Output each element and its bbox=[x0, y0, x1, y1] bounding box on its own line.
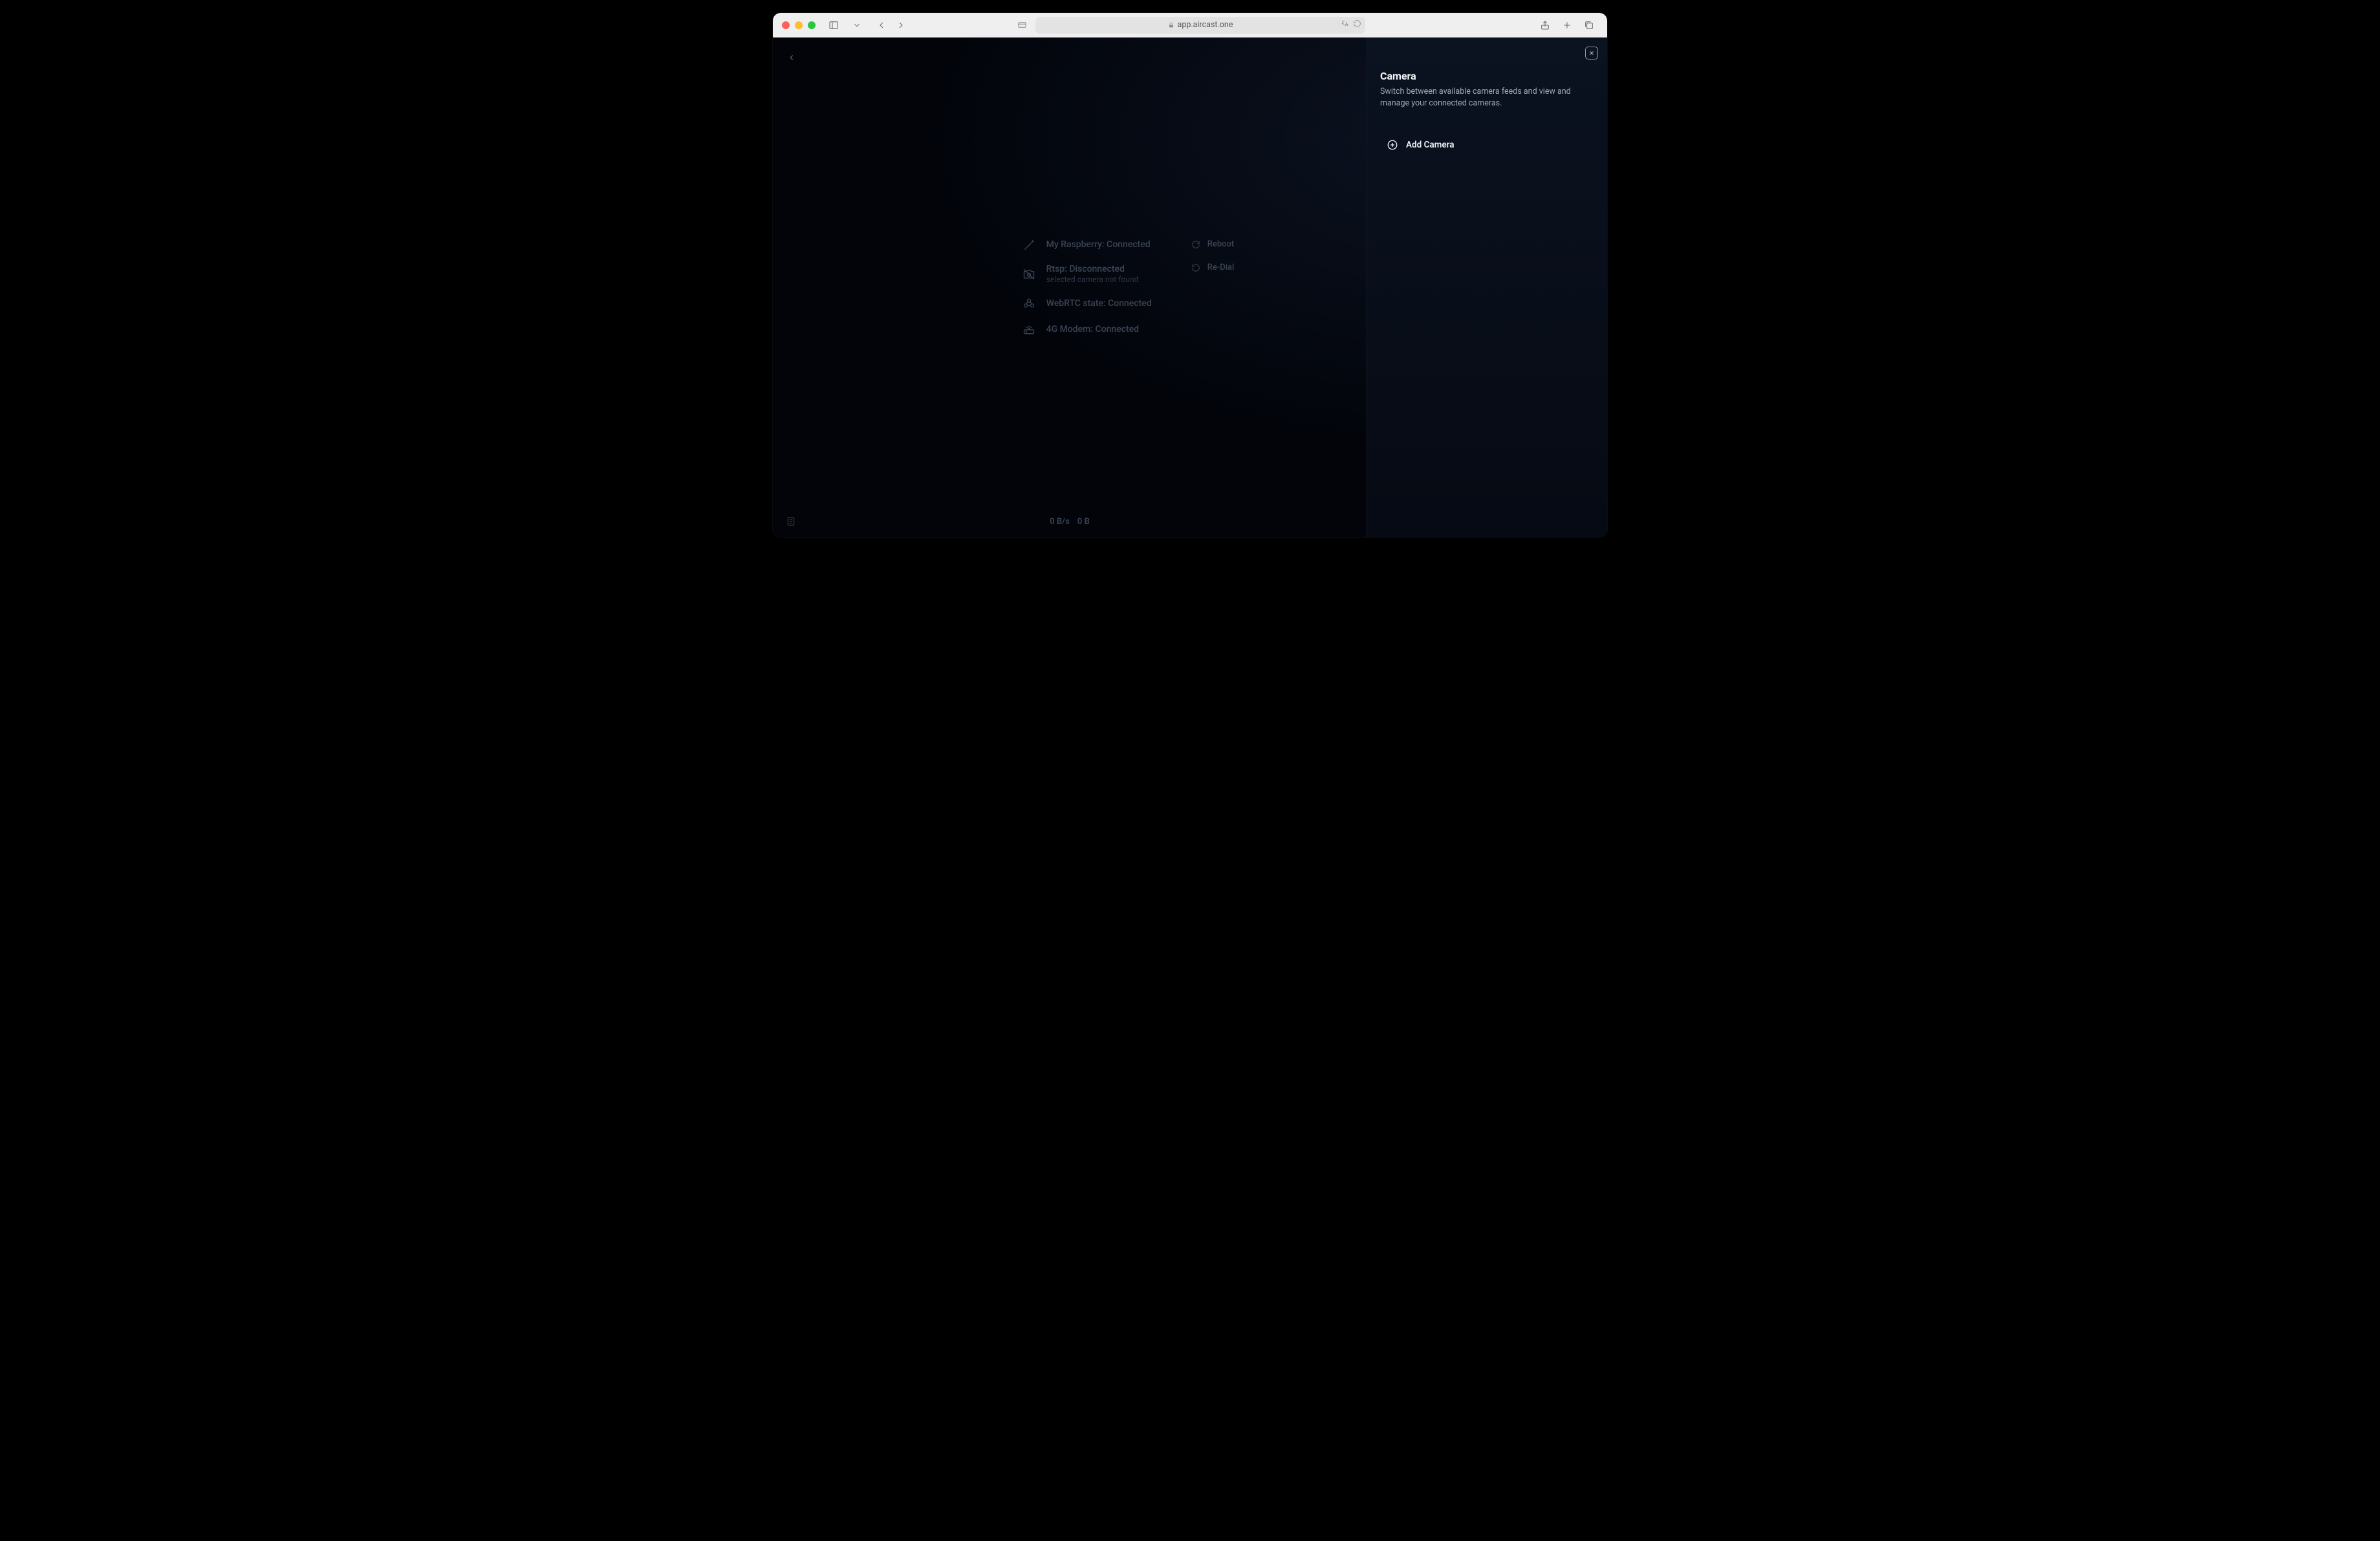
add-camera-label: Add Camera bbox=[1406, 140, 1455, 150]
sidebar-description: Switch between available camera feeds an… bbox=[1380, 86, 1594, 109]
status-modem-label: 4G Modem: Connected bbox=[1046, 324, 1139, 336]
close-sidebar-button[interactable] bbox=[1585, 47, 1598, 60]
minimize-window-button[interactable] bbox=[795, 21, 803, 29]
main-pane: My Raspberry: Connected Rtsp: Disconnect… bbox=[773, 38, 1367, 537]
status-modem: 4G Modem: Connected bbox=[1022, 322, 1152, 336]
sidebar-toggle-icon[interactable] bbox=[825, 17, 843, 33]
new-tab-icon[interactable] bbox=[1558, 17, 1576, 33]
redial-icon bbox=[1191, 263, 1201, 273]
website-settings-icon[interactable] bbox=[1015, 18, 1029, 32]
close-window-button[interactable] bbox=[782, 21, 790, 29]
transfer-total: 0 B bbox=[1077, 517, 1090, 527]
reload-icon[interactable] bbox=[1353, 19, 1361, 30]
forward-button[interactable] bbox=[892, 17, 910, 33]
tab-overview-icon[interactable] bbox=[1580, 17, 1598, 33]
plug-icon bbox=[1022, 238, 1036, 252]
window-controls bbox=[782, 21, 816, 29]
redial-button[interactable]: Re-Dial bbox=[1191, 263, 1235, 273]
modem-icon bbox=[1022, 322, 1036, 336]
transfer-stats: 0 B/s 0 B bbox=[1050, 517, 1089, 527]
camera-sidebar: Camera Switch between available camera f… bbox=[1367, 38, 1607, 537]
sidebar-title: Camera bbox=[1380, 70, 1594, 82]
address-bar-url: app.aircast.one bbox=[1178, 20, 1233, 30]
redial-label: Re-Dial bbox=[1207, 263, 1235, 272]
status-rtsp-label: Rtsp: Disconnected bbox=[1046, 264, 1139, 276]
plus-circle-icon bbox=[1387, 139, 1398, 151]
log-icon[interactable] bbox=[784, 515, 797, 528]
reboot-button[interactable]: Reboot bbox=[1191, 239, 1235, 250]
action-list: Reboot Re-Dial bbox=[1191, 239, 1235, 273]
share-icon[interactable] bbox=[1536, 17, 1554, 33]
reboot-label: Reboot bbox=[1207, 239, 1235, 249]
browser-toolbar: app.aircast.one bbox=[773, 13, 1607, 38]
back-button[interactable] bbox=[872, 17, 891, 33]
status-device-label: My Raspberry: Connected bbox=[1046, 239, 1151, 251]
address-bar[interactable]: app.aircast.one bbox=[1035, 17, 1365, 34]
camera-off-icon bbox=[1022, 267, 1036, 281]
bottom-bar: 0 B/s 0 B bbox=[773, 506, 1367, 537]
status-rtsp: Rtsp: Disconnected selected camera not f… bbox=[1022, 264, 1152, 285]
status-webrtc: WebRTC state: Connected bbox=[1022, 296, 1152, 311]
browser-window: app.aircast.one bbox=[773, 13, 1607, 537]
app-content: My Raspberry: Connected Rtsp: Disconnect… bbox=[773, 38, 1607, 537]
add-camera-button[interactable]: Add Camera bbox=[1380, 139, 1594, 151]
transfer-rate: 0 B/s bbox=[1050, 517, 1070, 527]
translate-icon[interactable] bbox=[1341, 19, 1349, 30]
app-back-button[interactable] bbox=[784, 50, 799, 65]
address-bar-wrap: app.aircast.one bbox=[1015, 17, 1365, 34]
status-block: My Raspberry: Connected Rtsp: Disconnect… bbox=[1022, 238, 1235, 337]
chevron-down-icon[interactable] bbox=[848, 17, 866, 33]
webrtc-icon bbox=[1022, 296, 1036, 311]
status-rtsp-sub: selected camera not found bbox=[1046, 275, 1139, 285]
reboot-icon bbox=[1191, 239, 1201, 250]
zoom-window-button[interactable] bbox=[808, 21, 816, 29]
status-device: My Raspberry: Connected bbox=[1022, 238, 1152, 252]
lock-icon bbox=[1168, 22, 1174, 28]
status-list: My Raspberry: Connected Rtsp: Disconnect… bbox=[1022, 238, 1152, 337]
status-webrtc-label: WebRTC state: Connected bbox=[1046, 298, 1152, 310]
